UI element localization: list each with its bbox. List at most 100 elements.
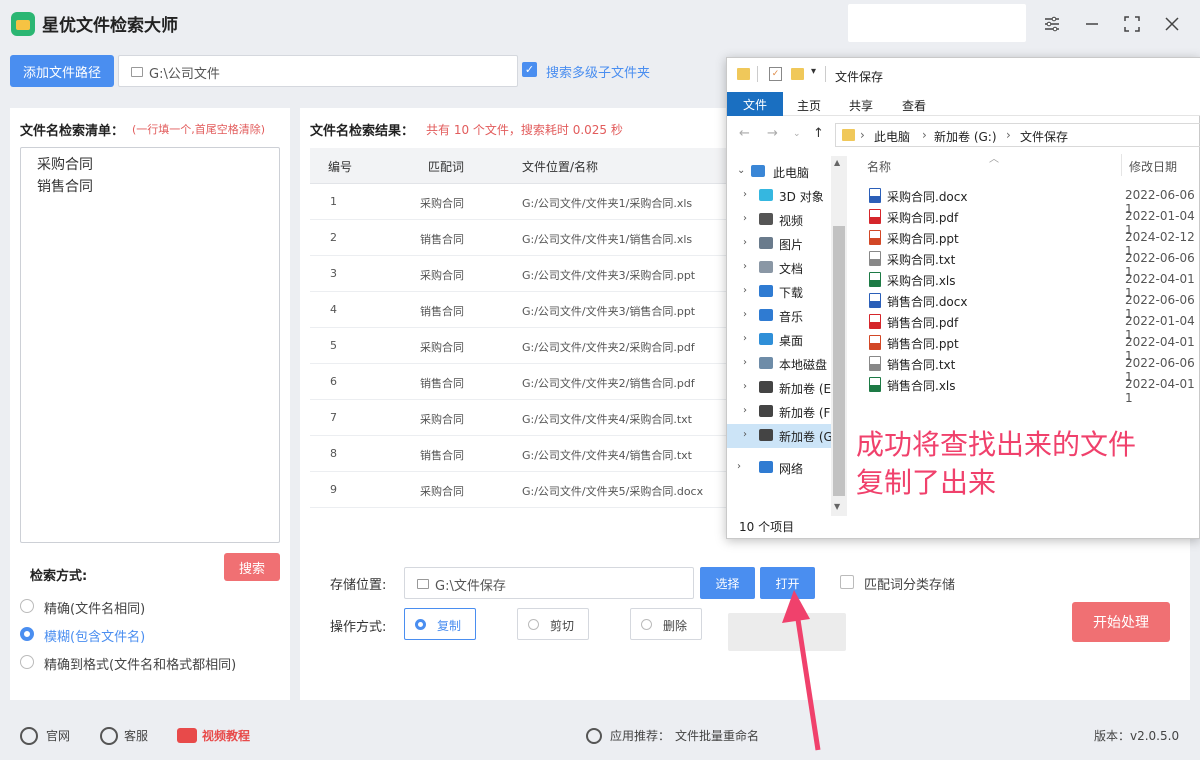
chevron-right-icon[interactable]: › bbox=[737, 461, 741, 472]
col-name-header[interactable]: 名称 bbox=[867, 158, 891, 175]
back-arrow-icon[interactable]: ← bbox=[739, 126, 750, 141]
start-process-button[interactable]: 开始处理 bbox=[1072, 602, 1170, 642]
mode-fuzzy-label[interactable]: 模糊(包含文件名) bbox=[44, 626, 145, 645]
keyword-textarea[interactable]: 采购合同 销售合同 bbox=[20, 147, 280, 543]
folder-icon bbox=[417, 579, 429, 589]
crumb-this-pc[interactable]: 此电脑 bbox=[874, 128, 910, 145]
add-path-button[interactable]: 添加文件路径 bbox=[10, 55, 114, 87]
computer-icon bbox=[751, 165, 765, 177]
results-title: 文件名检索结果： bbox=[310, 124, 415, 139]
cell-path: G:/公司文件/文件夹1/采购合同.xls bbox=[522, 197, 693, 210]
nav-item[interactable]: › 图片 bbox=[727, 232, 831, 256]
drive-icon bbox=[759, 381, 773, 393]
file-row[interactable]: 销售合同.txt 2022-06-06 1 bbox=[865, 354, 1195, 384]
scroll-up-icon[interactable]: ▲ bbox=[834, 158, 840, 167]
recent-dropdown-icon[interactable]: ⌄ bbox=[793, 129, 801, 139]
nav-item[interactable]: › 网络 bbox=[727, 456, 831, 480]
file-row[interactable]: 销售合同.ppt 2022-04-01 1 bbox=[865, 333, 1195, 363]
nav-item[interactable]: › 下载 bbox=[727, 280, 831, 304]
maximize-icon[interactable] bbox=[1118, 10, 1146, 38]
recommend-app-link[interactable]: 文件批量重命名 bbox=[675, 727, 759, 744]
op-cut-option[interactable]: 剪切 bbox=[517, 608, 589, 640]
path-input[interactable]: G:\公司文件 bbox=[118, 55, 518, 87]
video-tutorial-link[interactable]: 视频教程 bbox=[202, 727, 250, 744]
mode-format-label[interactable]: 精确到格式(文件名和格式都相同) bbox=[44, 654, 236, 673]
ribbon-tab-home[interactable]: 主页 bbox=[797, 97, 821, 114]
service-link[interactable]: 客服 bbox=[124, 727, 148, 744]
nav-item[interactable]: › 视频 bbox=[727, 208, 831, 232]
chevron-right-icon[interactable]: › bbox=[743, 237, 747, 248]
op-copy-option[interactable]: 复制 bbox=[404, 608, 476, 640]
ribbon-tab-view[interactable]: 查看 bbox=[902, 97, 926, 114]
properties-icon[interactable]: ✓ bbox=[769, 67, 782, 81]
nav-item[interactable]: › 新加卷 (G bbox=[727, 424, 833, 448]
cell-keyword: 销售合同 bbox=[420, 449, 464, 462]
forward-arrow-icon[interactable]: → bbox=[767, 126, 778, 141]
chevron-right-icon[interactable]: › bbox=[743, 309, 747, 320]
ppt-file-icon bbox=[869, 335, 881, 350]
nav-item[interactable]: › 3D 对象 bbox=[727, 184, 831, 208]
search-subfolders-label[interactable]: 搜索多级子文件夹 bbox=[546, 62, 650, 81]
mode-fuzzy-radio[interactable] bbox=[20, 627, 34, 641]
file-row[interactable]: 采购合同.xls 2022-04-01 1 bbox=[865, 270, 1195, 300]
col-date-header[interactable]: 修改日期 bbox=[1129, 158, 1177, 175]
nav-item[interactable]: › 音乐 bbox=[727, 304, 831, 328]
mode-exact-label[interactable]: 精确(文件名相同) bbox=[44, 598, 145, 617]
chevron-down-icon[interactable]: ⌄ bbox=[737, 165, 745, 176]
minimize-icon[interactable] bbox=[1078, 10, 1106, 38]
nav-item[interactable]: › 本地磁盘 bbox=[727, 352, 831, 376]
chevron-right-icon[interactable]: › bbox=[743, 213, 747, 224]
chevron-right-icon[interactable]: › bbox=[743, 381, 747, 392]
nav-item-label: 文档 bbox=[779, 262, 804, 276]
address-bar[interactable]: › 此电脑 › 新加卷 (G:) › 文件保存 bbox=[835, 123, 1200, 147]
choose-button[interactable]: 选择 bbox=[700, 567, 755, 599]
chevron-right-icon[interactable]: › bbox=[743, 261, 747, 272]
nav-scrollbar[interactable]: ▲ ▼ bbox=[831, 156, 847, 516]
nav-item-label: 桌面 bbox=[779, 334, 804, 348]
file-row[interactable]: 销售合同.xls 2022-04-01 1 bbox=[865, 375, 1195, 405]
nav-item[interactable]: ⌄ 此电脑 bbox=[727, 160, 831, 184]
crumb-drive-g[interactable]: 新加卷 (G:) bbox=[934, 128, 997, 145]
mode-exact-radio[interactable] bbox=[20, 599, 34, 613]
chevron-right-icon[interactable]: › bbox=[743, 285, 747, 296]
nav-scroll-thumb[interactable] bbox=[833, 226, 845, 496]
file-row[interactable]: 采购合同.docx 2022-06-06 1 bbox=[865, 186, 1195, 216]
chevron-right-icon[interactable]: › bbox=[743, 429, 747, 440]
new-folder-icon[interactable] bbox=[791, 68, 804, 80]
nav-item[interactable]: › 桌面 bbox=[727, 328, 831, 352]
crumb-current-folder[interactable]: 文件保存 bbox=[1020, 128, 1068, 145]
file-row[interactable]: 采购合同.txt 2022-06-06 1 bbox=[865, 249, 1195, 279]
op-copy-radio bbox=[415, 619, 426, 630]
nav-item-label: 网络 bbox=[779, 462, 804, 476]
search-subfolders-checkbox[interactable]: ✓ bbox=[522, 62, 537, 77]
ribbon-tab-file[interactable]: 文件 bbox=[727, 92, 783, 116]
classify-label[interactable]: 匹配词分类存储 bbox=[864, 574, 955, 593]
footer: 官网 客服 视频教程 应用推荐： 文件批量重命名 版本：v2.0.5.0 bbox=[0, 712, 1200, 760]
file-row[interactable]: 采购合同.ppt 2024-02-12 1 bbox=[865, 228, 1195, 258]
cell-index: 4 bbox=[330, 303, 337, 316]
op-delete-option[interactable]: 删除 bbox=[630, 608, 702, 640]
close-icon[interactable] bbox=[1158, 10, 1186, 38]
nav-item[interactable]: › 新加卷 (E bbox=[727, 376, 831, 400]
chevron-right-icon[interactable]: › bbox=[743, 405, 747, 416]
file-row[interactable]: 销售合同.docx 2022-06-06 1 bbox=[865, 291, 1195, 321]
website-link[interactable]: 官网 bbox=[46, 727, 70, 744]
chevron-right-icon[interactable]: › bbox=[743, 357, 747, 368]
scroll-down-icon[interactable]: ▼ bbox=[834, 502, 840, 511]
ribbon-tab-share[interactable]: 共享 bbox=[849, 97, 873, 114]
quick-access-dropdown-icon[interactable]: ▾ bbox=[811, 66, 816, 77]
file-row[interactable]: 采购合同.pdf 2022-01-04 1 bbox=[865, 207, 1195, 237]
chevron-right-icon[interactable]: › bbox=[743, 189, 747, 200]
up-arrow-icon[interactable]: ↑ bbox=[813, 126, 824, 141]
nav-item[interactable]: › 新加卷 (F bbox=[727, 400, 831, 424]
file-row[interactable]: 销售合同.pdf 2022-01-04 1 bbox=[865, 312, 1195, 342]
store-location-input[interactable]: G:\文件保存 bbox=[404, 567, 694, 599]
search-button[interactable]: 搜索 bbox=[224, 553, 280, 581]
classify-checkbox[interactable] bbox=[840, 575, 854, 589]
excel-file-icon bbox=[869, 377, 881, 392]
settings-icon[interactable] bbox=[1038, 10, 1066, 38]
chevron-right-icon[interactable]: › bbox=[743, 333, 747, 344]
mode-format-radio[interactable] bbox=[20, 655, 34, 669]
title-blank-area bbox=[848, 4, 1026, 42]
nav-item[interactable]: › 文档 bbox=[727, 256, 831, 280]
